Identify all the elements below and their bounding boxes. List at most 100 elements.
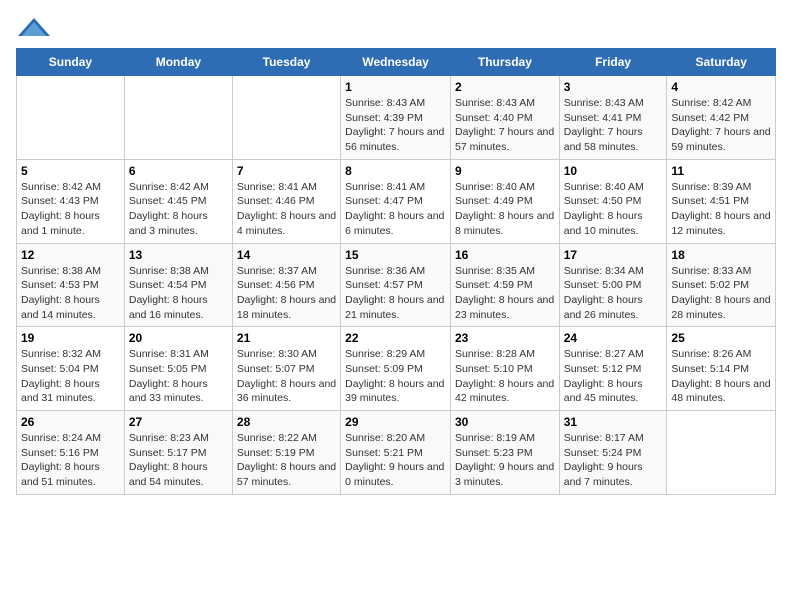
day-number: 26 — [21, 415, 120, 429]
day-info: Sunrise: 8:35 AMSunset: 4:59 PMDaylight:… — [455, 264, 555, 323]
calendar-cell: 28 Sunrise: 8:22 AMSunset: 5:19 PMDayligh… — [232, 411, 340, 495]
day-number: 25 — [671, 331, 771, 345]
day-number: 30 — [455, 415, 555, 429]
day-number: 23 — [455, 331, 555, 345]
day-info: Sunrise: 8:32 AMSunset: 5:04 PMDaylight:… — [21, 347, 120, 406]
day-info: Sunrise: 8:38 AMSunset: 4:54 PMDaylight:… — [129, 264, 228, 323]
day-info: Sunrise: 8:40 AMSunset: 4:49 PMDaylight:… — [455, 180, 555, 239]
day-info: Sunrise: 8:27 AMSunset: 5:12 PMDaylight:… — [564, 347, 663, 406]
day-number: 24 — [564, 331, 663, 345]
calendar-cell: 24 Sunrise: 8:27 AMSunset: 5:12 PMDayligh… — [559, 327, 667, 411]
day-info: Sunrise: 8:34 AMSunset: 5:00 PMDaylight:… — [564, 264, 663, 323]
day-number: 8 — [345, 164, 446, 178]
day-info: Sunrise: 8:40 AMSunset: 4:50 PMDaylight:… — [564, 180, 663, 239]
calendar-cell: 27 Sunrise: 8:23 AMSunset: 5:17 PMDayligh… — [124, 411, 232, 495]
day-number: 13 — [129, 248, 228, 262]
calendar-cell: 23 Sunrise: 8:28 AMSunset: 5:10 PMDayligh… — [450, 327, 559, 411]
calendar-cell: 29 Sunrise: 8:20 AMSunset: 5:21 PMDayligh… — [341, 411, 451, 495]
day-info: Sunrise: 8:23 AMSunset: 5:17 PMDaylight:… — [129, 431, 228, 490]
day-info: Sunrise: 8:26 AMSunset: 5:14 PMDaylight:… — [671, 347, 771, 406]
calendar-cell: 8 Sunrise: 8:41 AMSunset: 4:47 PMDaylight… — [341, 159, 451, 243]
calendar-cell: 6 Sunrise: 8:42 AMSunset: 4:45 PMDaylight… — [124, 159, 232, 243]
day-info: Sunrise: 8:38 AMSunset: 4:53 PMDaylight:… — [21, 264, 120, 323]
day-number: 4 — [671, 80, 771, 94]
logo-icon — [16, 16, 52, 40]
day-number: 16 — [455, 248, 555, 262]
day-number: 11 — [671, 164, 771, 178]
day-info: Sunrise: 8:43 AMSunset: 4:39 PMDaylight:… — [345, 96, 446, 155]
calendar-week-row: 19 Sunrise: 8:32 AMSunset: 5:04 PMDayligh… — [17, 327, 776, 411]
day-info: Sunrise: 8:22 AMSunset: 5:19 PMDaylight:… — [237, 431, 336, 490]
day-info: Sunrise: 8:28 AMSunset: 5:10 PMDaylight:… — [455, 347, 555, 406]
day-number: 12 — [21, 248, 120, 262]
calendar-cell: 1 Sunrise: 8:43 AMSunset: 4:39 PMDaylight… — [341, 76, 451, 160]
logo — [16, 16, 56, 40]
day-info: Sunrise: 8:41 AMSunset: 4:47 PMDaylight:… — [345, 180, 446, 239]
calendar-cell — [124, 76, 232, 160]
day-number: 6 — [129, 164, 228, 178]
day-info: Sunrise: 8:33 AMSunset: 5:02 PMDaylight:… — [671, 264, 771, 323]
day-number: 19 — [21, 331, 120, 345]
calendar-cell: 7 Sunrise: 8:41 AMSunset: 4:46 PMDaylight… — [232, 159, 340, 243]
day-number: 7 — [237, 164, 336, 178]
calendar-week-row: 12 Sunrise: 8:38 AMSunset: 4:53 PMDayligh… — [17, 243, 776, 327]
day-number: 29 — [345, 415, 446, 429]
day-info: Sunrise: 8:31 AMSunset: 5:05 PMDaylight:… — [129, 347, 228, 406]
calendar-table: SundayMondayTuesdayWednesdayThursdayFrid… — [16, 48, 776, 495]
header-wednesday: Wednesday — [341, 49, 451, 76]
calendar-cell: 9Sunrise: 8:40 AMSunset: 4:49 PMDaylight… — [450, 159, 559, 243]
calendar-cell: 19 Sunrise: 8:32 AMSunset: 5:04 PMDayligh… — [17, 327, 125, 411]
header-monday: Monday — [124, 49, 232, 76]
header — [16, 16, 776, 40]
day-info: Sunrise: 8:42 AMSunset: 4:43 PMDaylight:… — [21, 180, 120, 239]
day-info: Sunrise: 8:24 AMSunset: 5:16 PMDaylight:… — [21, 431, 120, 490]
day-number: 14 — [237, 248, 336, 262]
day-number: 22 — [345, 331, 446, 345]
calendar-header-row: SundayMondayTuesdayWednesdayThursdayFrid… — [17, 49, 776, 76]
day-info: Sunrise: 8:41 AMSunset: 4:46 PMDaylight:… — [237, 180, 336, 239]
day-info: Sunrise: 8:20 AMSunset: 5:21 PMDaylight:… — [345, 431, 446, 490]
header-thursday: Thursday — [450, 49, 559, 76]
calendar-cell: 4 Sunrise: 8:42 AMSunset: 4:42 PMDaylight… — [667, 76, 776, 160]
day-info: Sunrise: 8:19 AMSunset: 5:23 PMDaylight:… — [455, 431, 555, 490]
calendar-cell: 12 Sunrise: 8:38 AMSunset: 4:53 PMDayligh… — [17, 243, 125, 327]
day-number: 20 — [129, 331, 228, 345]
calendar-cell: 31Sunrise: 8:17 AMSunset: 5:24 PMDayligh… — [559, 411, 667, 495]
day-number: 15 — [345, 248, 446, 262]
header-saturday: Saturday — [667, 49, 776, 76]
calendar-week-row: 5 Sunrise: 8:42 AMSunset: 4:43 PMDaylight… — [17, 159, 776, 243]
calendar-cell: 21Sunrise: 8:30 AMSunset: 5:07 PMDayligh… — [232, 327, 340, 411]
calendar-week-row: 26 Sunrise: 8:24 AMSunset: 5:16 PMDayligh… — [17, 411, 776, 495]
day-info: Sunrise: 8:39 AMSunset: 4:51 PMDaylight:… — [671, 180, 771, 239]
day-number: 31 — [564, 415, 663, 429]
day-info: Sunrise: 8:43 AMSunset: 4:41 PMDaylight:… — [564, 96, 663, 155]
calendar-cell: 11 Sunrise: 8:39 AMSunset: 4:51 PMDayligh… — [667, 159, 776, 243]
day-number: 17 — [564, 248, 663, 262]
calendar-cell — [17, 76, 125, 160]
header-sunday: Sunday — [17, 49, 125, 76]
header-tuesday: Tuesday — [232, 49, 340, 76]
day-info: Sunrise: 8:36 AMSunset: 4:57 PMDaylight:… — [345, 264, 446, 323]
calendar-cell: 3 Sunrise: 8:43 AMSunset: 4:41 PMDaylight… — [559, 76, 667, 160]
calendar-week-row: 1 Sunrise: 8:43 AMSunset: 4:39 PMDaylight… — [17, 76, 776, 160]
day-number: 3 — [564, 80, 663, 94]
header-friday: Friday — [559, 49, 667, 76]
calendar-cell: 16 Sunrise: 8:35 AMSunset: 4:59 PMDayligh… — [450, 243, 559, 327]
calendar-cell: 22 Sunrise: 8:29 AMSunset: 5:09 PMDayligh… — [341, 327, 451, 411]
calendar-cell: 10Sunrise: 8:40 AMSunset: 4:50 PMDayligh… — [559, 159, 667, 243]
day-number: 5 — [21, 164, 120, 178]
calendar-cell: 5 Sunrise: 8:42 AMSunset: 4:43 PMDaylight… — [17, 159, 125, 243]
day-number: 21 — [237, 331, 336, 345]
day-number: 2 — [455, 80, 555, 94]
day-number: 27 — [129, 415, 228, 429]
calendar-cell: 13 Sunrise: 8:38 AMSunset: 4:54 PMDayligh… — [124, 243, 232, 327]
day-number: 28 — [237, 415, 336, 429]
calendar-cell: 20 Sunrise: 8:31 AMSunset: 5:05 PMDayligh… — [124, 327, 232, 411]
day-info: Sunrise: 8:42 AMSunset: 4:45 PMDaylight:… — [129, 180, 228, 239]
calendar-cell: 14Sunrise: 8:37 AMSunset: 4:56 PMDayligh… — [232, 243, 340, 327]
day-info: Sunrise: 8:43 AMSunset: 4:40 PMDaylight:… — [455, 96, 555, 155]
calendar-cell: 18Sunrise: 8:33 AMSunset: 5:02 PMDayligh… — [667, 243, 776, 327]
day-info: Sunrise: 8:42 AMSunset: 4:42 PMDaylight:… — [671, 96, 771, 155]
day-info: Sunrise: 8:29 AMSunset: 5:09 PMDaylight:… — [345, 347, 446, 406]
day-number: 1 — [345, 80, 446, 94]
